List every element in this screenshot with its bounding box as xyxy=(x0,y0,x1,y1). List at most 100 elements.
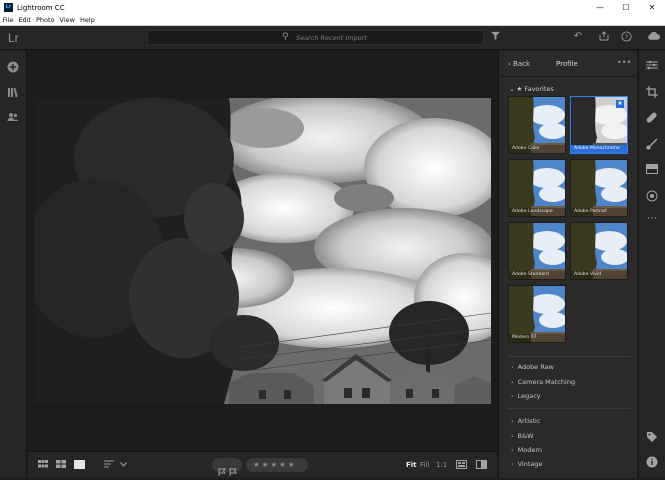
group-artistic[interactable]: › Artistic xyxy=(511,417,540,425)
zoom-fit[interactable]: Fit xyxy=(406,461,417,469)
help-icon[interactable]: ? xyxy=(619,31,633,46)
tag-icon[interactable] xyxy=(645,431,659,445)
menu-help[interactable]: Help xyxy=(77,16,97,24)
group-adobe-raw[interactable]: › Adobe Raw xyxy=(511,363,554,371)
favorites-label: Favorites xyxy=(524,85,554,93)
zoom-fill[interactable]: Fill xyxy=(420,461,429,469)
menu-bar: File Edit Photo View Help xyxy=(0,15,665,26)
group-legacy[interactable]: › Legacy xyxy=(511,392,541,400)
profile-thumbnail[interactable]: Adobe Monochrome ★ xyxy=(570,96,628,154)
square-grid-view-icon[interactable] xyxy=(38,460,48,471)
before-after-icon[interactable] xyxy=(476,460,487,472)
flag-pick-icon[interactable] xyxy=(218,461,226,480)
flag-reject-icon[interactable] xyxy=(229,461,237,480)
chevron-right-icon: › xyxy=(511,392,514,400)
edit-sliders-icon[interactable] xyxy=(645,60,659,74)
profile-name: Adobe Standard xyxy=(509,271,565,279)
menu-view[interactable]: View xyxy=(57,16,77,24)
profile-thumbnail[interactable]: Modern 07 xyxy=(508,285,566,343)
group-bw[interactable]: › B&W xyxy=(511,432,534,440)
profile-name: Adobe Portrait xyxy=(571,208,627,216)
radial-gradient-icon[interactable] xyxy=(645,190,659,204)
main-photo[interactable] xyxy=(34,98,491,404)
zoom-1to1[interactable]: 1:1 xyxy=(436,461,447,469)
favorites-header[interactable]: ⌄ ★ Favorites xyxy=(509,85,554,93)
profile-thumbnail[interactable]: Adobe Vivid xyxy=(570,222,628,280)
search-field[interactable]: ⚲ Search Recent Import xyxy=(147,30,484,45)
back-label: Back xyxy=(513,60,531,68)
svg-text:?: ? xyxy=(624,33,627,41)
profile-name: Adobe Color xyxy=(509,145,565,153)
chevron-right-icon: › xyxy=(511,363,514,371)
people-icon[interactable] xyxy=(6,111,20,125)
profile-name: Modern 07 xyxy=(509,334,565,342)
photo-grid-view-icon[interactable] xyxy=(56,460,66,471)
add-photos-icon[interactable] xyxy=(6,61,20,75)
star-rating[interactable]: ★★★★★ xyxy=(246,458,308,472)
back-button[interactable]: ‹ Back xyxy=(508,60,530,68)
group-camera-matching[interactable]: › Camera Matching xyxy=(511,378,575,386)
menu-edit[interactable]: Edit xyxy=(16,16,34,24)
right-rail: ⋯ xyxy=(638,51,665,478)
profile-thumbnail[interactable]: Adobe Portrait xyxy=(570,159,628,217)
profile-name: Adobe Monochrome xyxy=(571,145,627,153)
profile-thumbnail[interactable]: Adobe Color xyxy=(508,96,566,154)
lightroom-window: Lr Lightroom CC — ☐ ✕ File Edit Photo Vi… xyxy=(0,0,665,478)
profile-name: Adobe Vivid xyxy=(571,271,627,279)
chevron-down-icon[interactable] xyxy=(120,460,127,470)
profile-thumbnail[interactable]: Adobe Standard xyxy=(508,222,566,280)
lightroom-logo: Lr xyxy=(8,31,19,45)
star-icon: ★ xyxy=(516,85,523,93)
group-label: Modern xyxy=(517,446,542,454)
divider xyxy=(507,408,631,409)
app-top-bar: Lr ⚲ Search Recent Import ↶ ? xyxy=(0,26,665,50)
bottom-toolbar: ★★★★★ Fit Fill 1:1 xyxy=(28,451,497,478)
search-icon: ⚲ xyxy=(282,32,289,42)
group-vintage[interactable]: › Vintage xyxy=(511,460,543,468)
menu-photo[interactable]: Photo xyxy=(33,16,57,24)
app-icon: Lr xyxy=(4,3,13,12)
left-rail xyxy=(0,51,27,478)
detail-view-icon[interactable] xyxy=(74,460,85,472)
chevron-right-icon: › xyxy=(511,417,514,425)
chevron-right-icon: › xyxy=(511,460,514,468)
search-placeholder: Search Recent Import xyxy=(296,34,367,42)
rating-stars[interactable]: ★★★★★ xyxy=(253,460,297,469)
flag-controls xyxy=(212,458,242,476)
brush-icon[interactable] xyxy=(645,138,659,152)
more-tools-icon[interactable]: ⋯ xyxy=(645,212,659,226)
minimize-button[interactable]: — xyxy=(587,0,613,15)
info-icon[interactable] xyxy=(645,456,659,470)
group-label: Vintage xyxy=(517,460,543,468)
share-icon[interactable] xyxy=(597,31,611,45)
sort-icon[interactable] xyxy=(104,460,116,471)
undo-icon[interactable]: ↶ xyxy=(571,31,585,43)
group-modern[interactable]: › Modern xyxy=(511,446,542,454)
profile-name: Adobe Landscape xyxy=(509,208,565,216)
panel-title: Profile xyxy=(556,60,578,68)
healing-brush-icon[interactable] xyxy=(645,112,659,126)
crop-icon[interactable] xyxy=(645,86,659,100)
chevron-right-icon: › xyxy=(511,378,514,386)
maximize-button[interactable]: ☐ xyxy=(613,0,639,15)
profile-thumbnail[interactable]: Adobe Landscape xyxy=(508,159,566,217)
chevron-down-icon: ⌄ xyxy=(509,85,515,93)
window-title: Lightroom CC xyxy=(17,3,65,12)
cloud-sync-icon[interactable] xyxy=(645,31,661,45)
filter-icon[interactable] xyxy=(488,31,502,44)
group-label: Legacy xyxy=(517,392,541,400)
linear-gradient-icon[interactable] xyxy=(645,164,659,178)
photo-canvas[interactable] xyxy=(28,51,497,451)
favorite-star-icon[interactable]: ★ xyxy=(616,100,624,108)
divider xyxy=(507,356,631,357)
profile-panel: ‹ Back Profile ••• ⌄ ★ Favorites Adobe C… xyxy=(498,51,638,478)
chevron-right-icon: › xyxy=(511,432,514,440)
menu-file[interactable]: File xyxy=(0,16,16,24)
close-button[interactable]: ✕ xyxy=(639,0,665,15)
more-options-icon[interactable]: ••• xyxy=(617,58,631,67)
group-label: Adobe Raw xyxy=(517,363,554,371)
group-label: Camera Matching xyxy=(517,378,576,386)
library-icon[interactable] xyxy=(6,86,20,100)
compare-icon[interactable] xyxy=(456,460,467,472)
chevron-right-icon: › xyxy=(511,446,514,454)
